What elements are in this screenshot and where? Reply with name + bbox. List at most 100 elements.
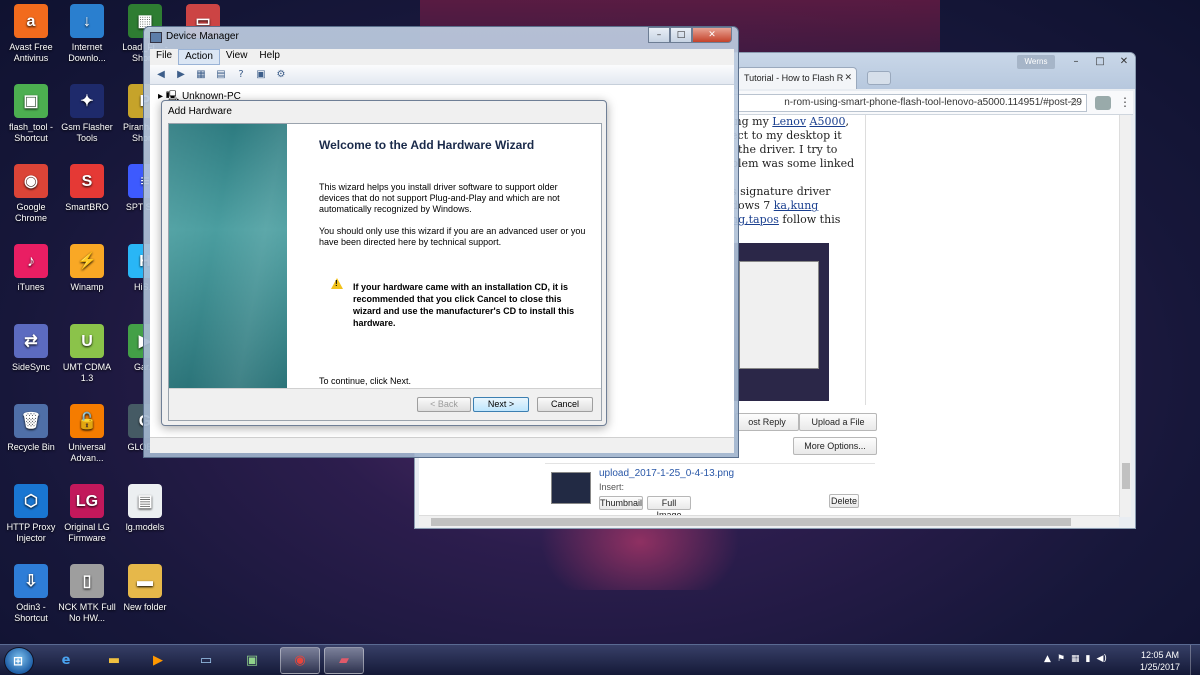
forward-arrow-icon[interactable]: ▶ xyxy=(174,69,188,81)
horizontal-scrollbar[interactable] xyxy=(419,515,1119,527)
tray-network-icon[interactable]: ▦ xyxy=(1071,654,1080,664)
close-tab-icon[interactable]: ✕ xyxy=(844,72,852,83)
desktop-icon[interactable]: ↓ Internet Downlo... xyxy=(56,4,118,64)
desktop-icon[interactable]: 🗑 Recycle Bin xyxy=(0,404,62,453)
menu-view[interactable]: View xyxy=(220,49,254,65)
tray-expand-icon[interactable]: ▲ xyxy=(1044,654,1051,664)
taskbar-internet-explorer-icon[interactable]: e xyxy=(46,647,86,674)
system-tray: ▲ ⚑ ▦ ▮ ◀) xyxy=(1044,654,1107,664)
desktop-icon[interactable]: U UMT CDMA 1.3 xyxy=(56,324,118,384)
desktop-icon[interactable]: ▯ NCK MTK Full No HW... xyxy=(56,564,118,624)
scroll-thumb[interactable] xyxy=(1122,463,1130,489)
post-link-a5000[interactable]: A5000 xyxy=(810,115,846,128)
browser-menu-icon[interactable]: ⋮ xyxy=(1119,95,1131,109)
help-icon[interactable]: ? xyxy=(234,69,248,81)
post-screenshot-image[interactable] xyxy=(733,243,829,401)
desktop-app-icon: ✦ xyxy=(70,84,104,118)
desktop-app-icon: ⚡ xyxy=(70,244,104,278)
taskbar-device-manager-icon[interactable]: ▣ xyxy=(232,647,272,674)
dialog-title: Add Hardware xyxy=(168,106,232,117)
minimize-icon[interactable]: – xyxy=(648,27,670,43)
desktop-icon[interactable]: ⇩ Odin3 - Shortcut xyxy=(0,564,62,624)
desktop-icon[interactable]: ✦ Gsm Flasher Tools xyxy=(56,84,118,144)
content-divider xyxy=(865,115,866,405)
desktop-icon[interactable]: S SmartBRO xyxy=(56,164,118,213)
show-hide-tree-icon[interactable]: ▦ xyxy=(194,69,208,81)
bookmark-star-icon[interactable]: ☆ xyxy=(1069,96,1079,109)
attachment-filename[interactable]: upload_2017-1-25_0-4-13.png xyxy=(599,468,734,479)
taskbar-app-icon[interactable]: ▰ xyxy=(324,647,364,674)
close-icon[interactable]: ✕ xyxy=(1113,55,1135,69)
post-line: ect to my desktop it xyxy=(731,129,842,142)
maximize-icon[interactable]: □ xyxy=(1089,55,1111,69)
start-button[interactable]: ⊞ xyxy=(4,647,34,675)
post-link-ka-kung[interactable]: ka,kung xyxy=(774,199,819,212)
cancel-button[interactable]: Cancel xyxy=(537,397,593,412)
desktop-icon[interactable]: ▤ lg.models xyxy=(114,484,176,533)
taskbar-file-explorer-icon[interactable]: ▬ xyxy=(94,647,134,674)
insert-full-image-button[interactable]: Full Image xyxy=(647,496,691,517)
wizard-paragraph-intro: This wizard helps you install driver sof… xyxy=(319,182,560,214)
desktop-app-icon: a xyxy=(14,4,48,38)
taskbar-network-icon[interactable]: ▭ xyxy=(186,647,226,674)
menu-action[interactable]: Action xyxy=(178,49,220,65)
desktop-icon[interactable]: LG Original LG Firmware xyxy=(56,484,118,544)
window-controls: – □ ✕ xyxy=(648,27,732,45)
close-icon[interactable]: ✕ xyxy=(692,27,732,43)
vertical-scrollbar[interactable] xyxy=(1119,115,1131,517)
back-button[interactable]: < Back xyxy=(417,397,471,412)
desktop-app-icon: ⇄ xyxy=(14,324,48,358)
desktop-icon[interactable]: ▣ flash_tool - Shortcut xyxy=(0,84,62,144)
taskbar-clock[interactable]: 12:05 AM 1/25/2017 xyxy=(1136,649,1184,673)
post-reply-button[interactable]: ost Reply xyxy=(735,413,799,431)
new-tab-button[interactable] xyxy=(867,71,891,85)
scroll-thumb[interactable] xyxy=(431,518,1071,526)
desktop-icon[interactable]: ▬ New folder xyxy=(114,564,176,613)
device-icon[interactable]: ⚙ xyxy=(274,69,288,81)
insert-thumbnail-button[interactable]: Thumbnail xyxy=(599,496,643,510)
tray-signal-icon[interactable]: ▮ xyxy=(1086,654,1091,664)
wizard-paragraph-advanced: You should only use this wizard if you a… xyxy=(319,226,586,247)
post-line: blem was some linked xyxy=(731,157,855,170)
post-line: l the driver. I try to xyxy=(731,143,838,156)
taskbar-media-player-icon[interactable]: ▶ xyxy=(138,647,178,674)
properties-icon[interactable]: ▤ xyxy=(214,69,228,81)
delete-attachment-button[interactable]: Delete xyxy=(829,494,859,508)
minimize-icon[interactable]: – xyxy=(1065,55,1087,69)
desktop-icon[interactable]: ⬡ HTTP Proxy Injector xyxy=(0,484,62,544)
back-arrow-icon[interactable]: ◀ xyxy=(154,69,168,81)
post-link-lenovo[interactable]: Lenov xyxy=(772,115,806,128)
desktop-icon-label: Avast Free Antivirus xyxy=(9,42,53,63)
desktop-app-icon: 🔓 xyxy=(70,404,104,438)
scan-hardware-icon[interactable]: ▣ xyxy=(254,69,268,81)
tray-flag-icon[interactable]: ⚑ xyxy=(1057,654,1065,664)
desktop-icon-label: iTunes xyxy=(17,282,45,292)
desktop-icon[interactable]: a Avast Free Antivirus xyxy=(0,4,62,64)
desktop-icon[interactable]: ♪ iTunes xyxy=(0,244,62,293)
next-button[interactable]: Next > xyxy=(473,397,529,412)
maximize-icon[interactable]: □ xyxy=(670,27,692,43)
desktop-icon-label: Original LG Firmware xyxy=(64,522,110,543)
desktop-icon-label: Google Chrome xyxy=(14,202,47,223)
browser-tab[interactable]: Tutorial - How to Flash R ✕ xyxy=(737,67,857,89)
tray-volume-icon[interactable]: ◀) xyxy=(1096,654,1106,664)
menu-file[interactable]: File xyxy=(150,49,178,65)
show-desktop-button[interactable] xyxy=(1190,645,1200,675)
desktop-icon[interactable]: ◉ Google Chrome xyxy=(0,164,62,224)
taskbar-chrome-icon[interactable]: ◉ xyxy=(280,647,320,674)
desktop-app-icon: ◉ xyxy=(14,164,48,198)
wizard-side-banner xyxy=(169,124,287,388)
desktop-icon[interactable]: ⇄ SideSync xyxy=(0,324,62,373)
clock-date: 1/25/2017 xyxy=(1139,662,1181,672)
more-options-button[interactable]: More Options... xyxy=(793,437,877,455)
desktop-icon[interactable]: 🔓 Universal Advan... xyxy=(56,404,118,464)
menu-help[interactable]: Help xyxy=(253,49,286,65)
profile-badge[interactable]: Werns xyxy=(1017,55,1055,69)
desktop-icon-label: New folder xyxy=(123,602,167,612)
menu-bar: File Action View Help xyxy=(150,49,734,65)
add-hardware-wizard-dialog[interactable]: Add Hardware Welcome to the Add Hardware… xyxy=(161,100,607,426)
extension-icon[interactable] xyxy=(1095,96,1111,110)
upload-file-button[interactable]: Upload a File xyxy=(799,413,877,431)
desktop-icon[interactable]: ⚡ Winamp xyxy=(56,244,118,293)
post-line: s signature driver xyxy=(731,185,831,198)
